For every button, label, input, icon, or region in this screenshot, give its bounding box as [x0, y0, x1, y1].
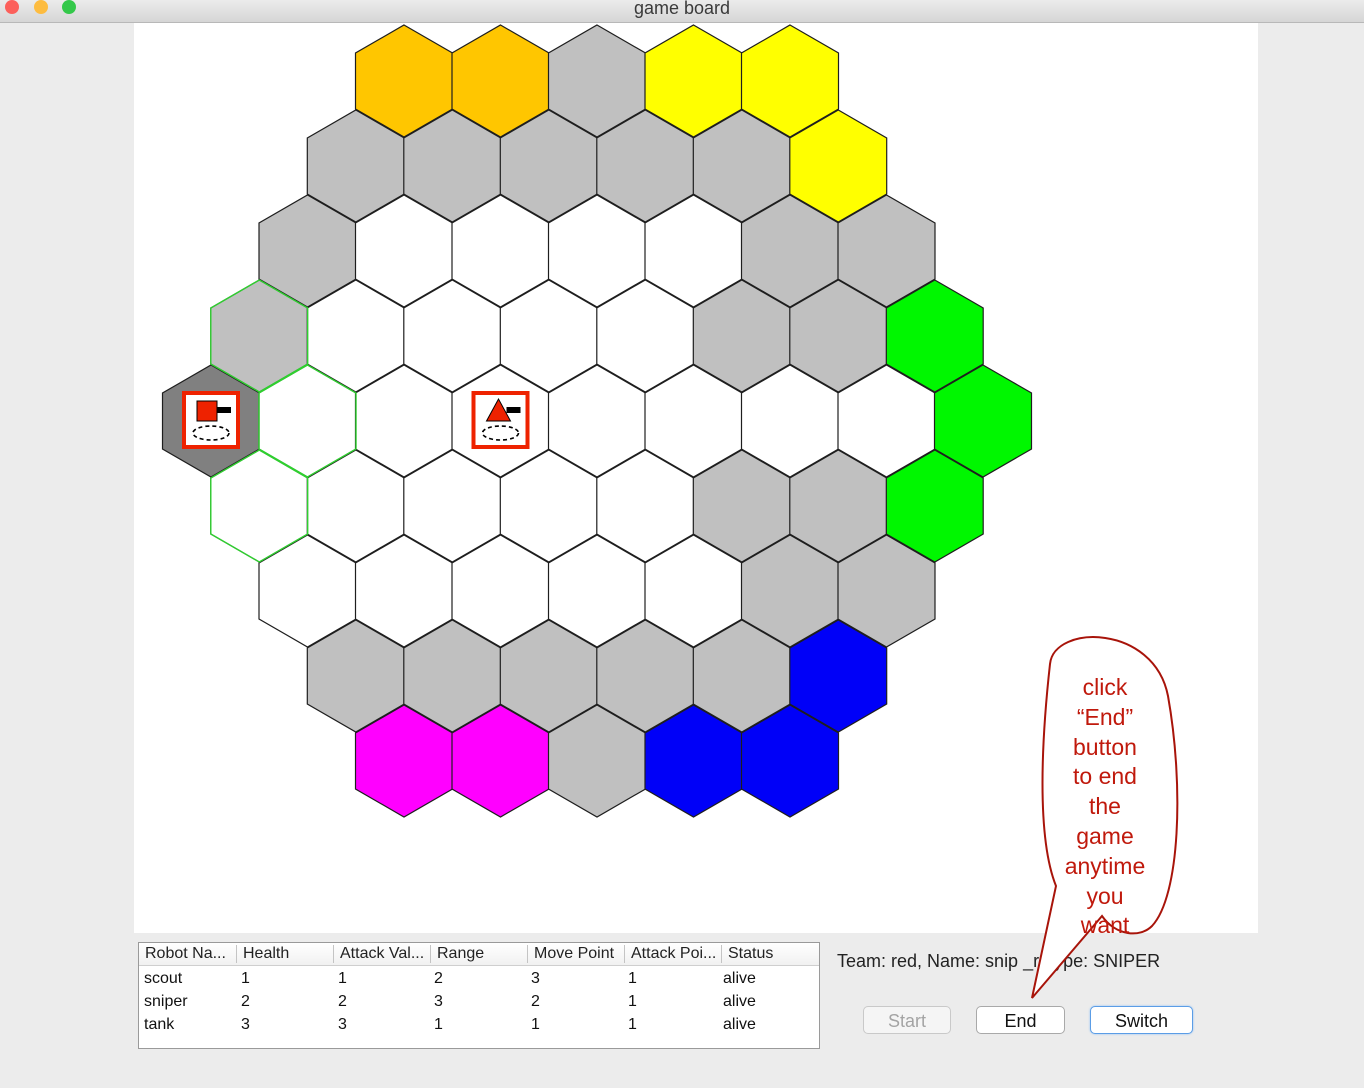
cell-health: 3 — [241, 1016, 250, 1033]
cell-move-point: 1 — [531, 1016, 540, 1033]
callout-line: button — [1073, 733, 1137, 760]
title-bar: game board — [0, 0, 1364, 23]
cell-health: 2 — [241, 993, 250, 1010]
cell-robot-name: scout — [144, 970, 183, 987]
callout-line: the — [1089, 793, 1121, 820]
cell-status: alive — [723, 970, 756, 987]
column-header-range[interactable]: Range — [430, 945, 527, 963]
callout-text: click “End” button to end the game anyti… — [1046, 673, 1164, 941]
cell-range: 3 — [434, 993, 443, 1010]
callout-line: click — [1082, 674, 1128, 700]
cell-status: alive — [723, 993, 756, 1010]
cell-robot-name: tank — [144, 1016, 175, 1033]
cell-attack-value: 2 — [338, 993, 347, 1010]
callout-line: game — [1076, 822, 1134, 849]
cell-attack-point: 1 — [628, 993, 637, 1010]
column-header-robot-name[interactable]: Robot Na... — [139, 945, 236, 963]
cell-range: 2 — [434, 970, 443, 987]
callout-line: anytime — [1064, 852, 1146, 879]
cell-health: 1 — [241, 970, 250, 987]
cell-status: alive — [723, 1016, 756, 1033]
robot-stats-table: Robot Na... Health Attack Val... Range M… — [138, 942, 820, 1049]
window-title: game board — [633, 0, 731, 18]
callout-line: “End” — [1076, 703, 1134, 730]
cell-attack-point: 1 — [628, 970, 637, 987]
start-button[interactable]: Start — [863, 1006, 951, 1034]
column-header-attack-value[interactable]: Attack Val... — [333, 945, 430, 963]
cell-range: 1 — [434, 1016, 443, 1033]
callout-line: you — [1086, 882, 1124, 909]
callout-line: to end — [1073, 763, 1137, 790]
robot-square-icon[interactable] — [182, 391, 240, 449]
robot-triangle-icon[interactable] — [471, 391, 530, 449]
column-header-health[interactable]: Health — [236, 945, 333, 963]
switch-button[interactable]: Switch — [1090, 1006, 1193, 1034]
callout-line: want — [1080, 912, 1130, 939]
table-header: Robot Na... Health Attack Val... Range M… — [139, 943, 819, 966]
cell-attack-value: 3 — [338, 1016, 347, 1033]
cell-move-point: 3 — [531, 970, 540, 987]
column-header-attack-point[interactable]: Attack Poi... — [624, 945, 721, 963]
column-header-move-point[interactable]: Move Point — [527, 945, 624, 963]
cell-move-point: 2 — [531, 993, 540, 1010]
cell-attack-value: 1 — [338, 970, 347, 987]
end-button[interactable]: End — [976, 1006, 1065, 1034]
cell-robot-name: sniper — [144, 993, 188, 1010]
column-header-status[interactable]: Status — [721, 945, 818, 963]
cell-attack-point: 1 — [628, 1016, 637, 1033]
